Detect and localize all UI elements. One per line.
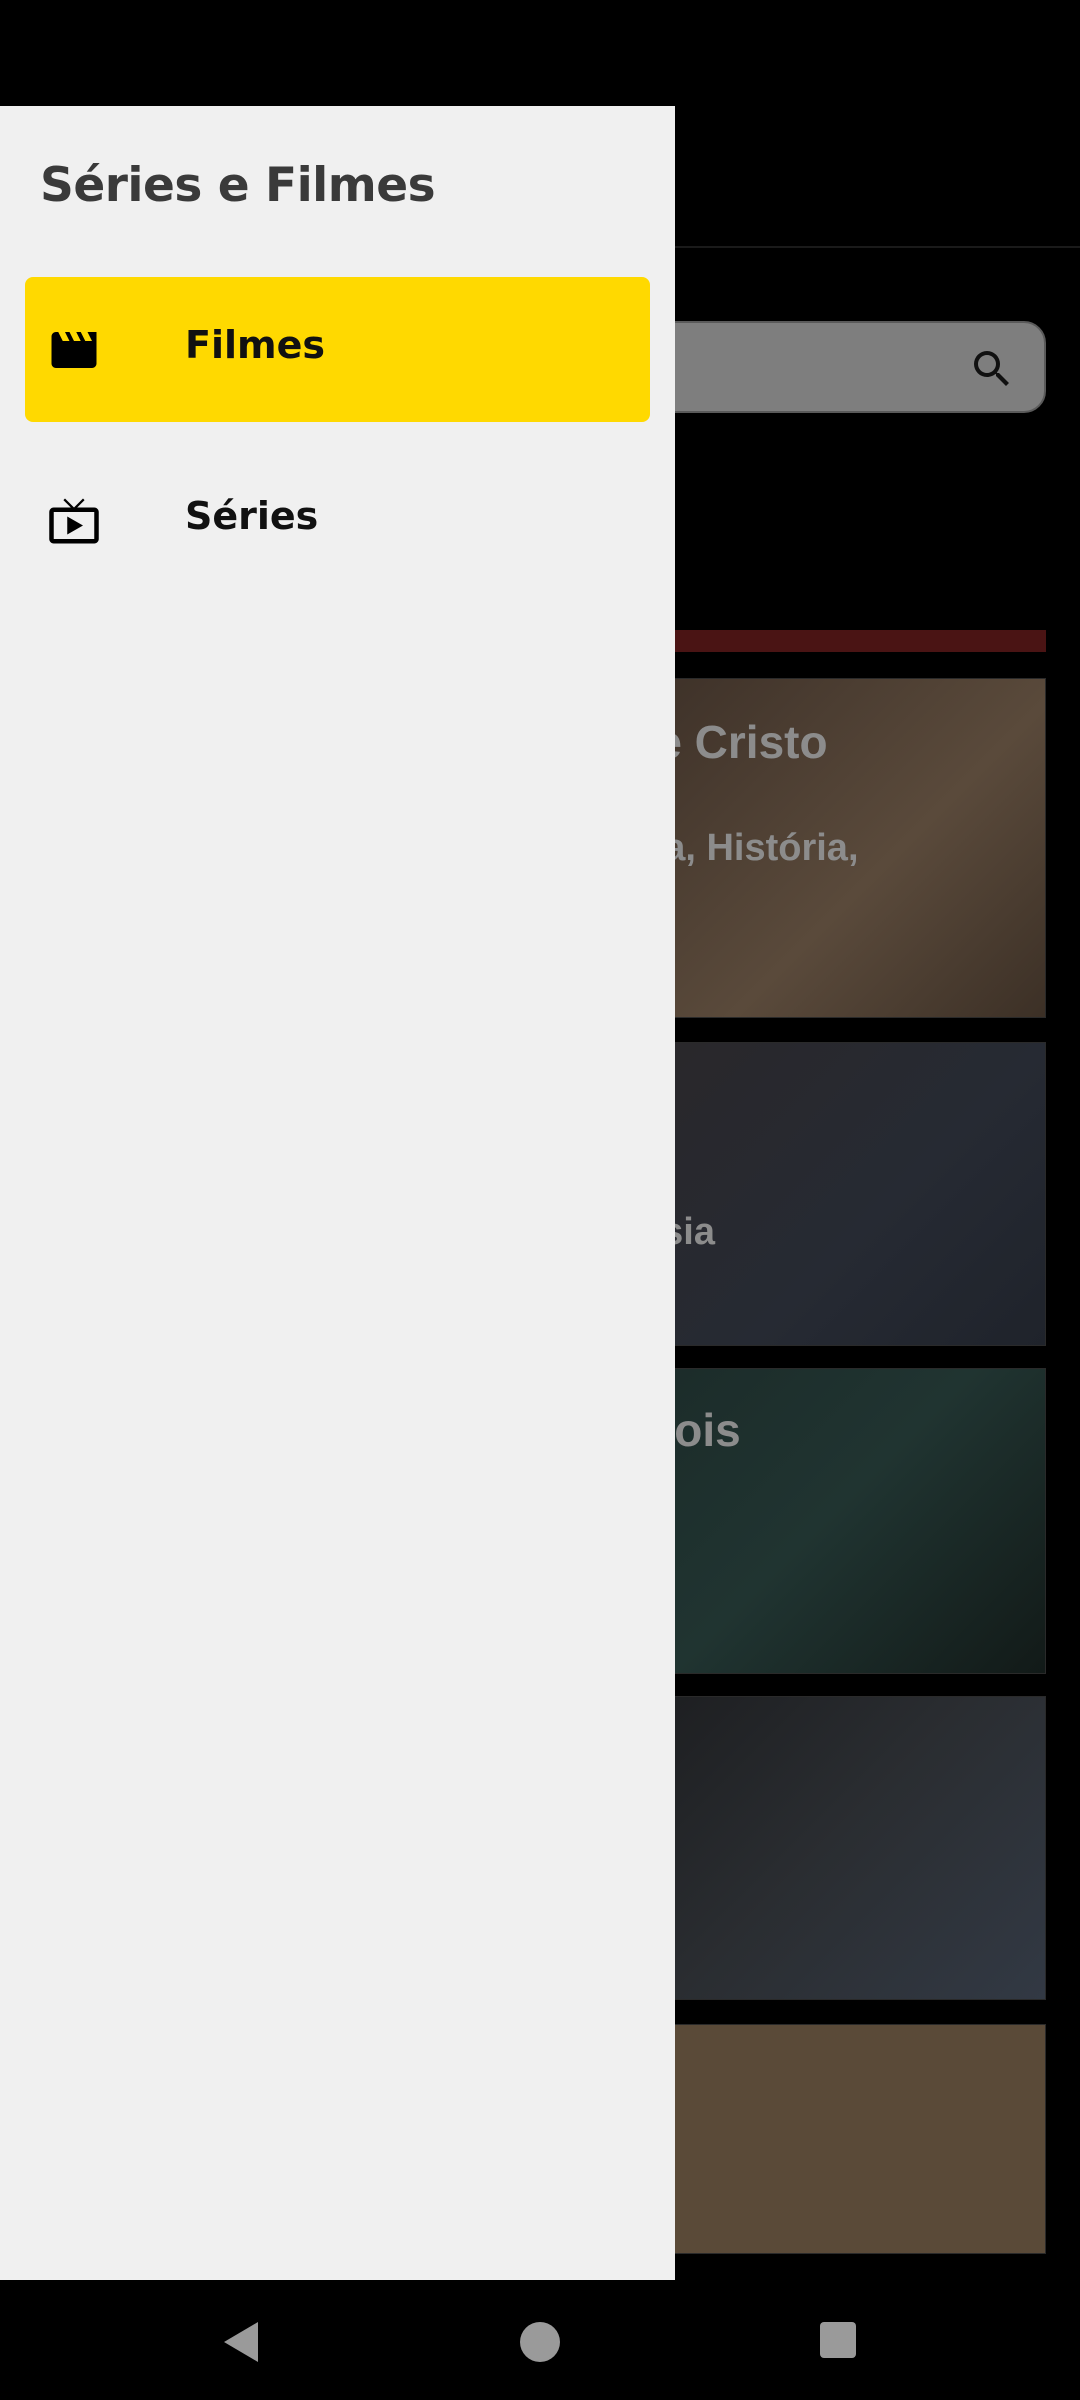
back-triangle-icon[interactable]: [220, 2320, 264, 2364]
drawer-item-filmes[interactable]: Filmes: [25, 277, 650, 422]
navigation-drawer[interactable]: Séries e Filmes Filmes Séries: [0, 106, 675, 2280]
recents-square-icon[interactable]: [818, 2320, 858, 2360]
search-icon[interactable]: [968, 345, 1016, 393]
system-navigation-bar: [0, 2280, 1080, 2400]
live-tv-icon: [49, 498, 99, 544]
status-bar: [0, 0, 1080, 106]
drawer-item-label: Filmes: [185, 323, 325, 367]
movie-clapperboard-icon: [51, 332, 97, 368]
drawer-item-series[interactable]: Séries: [25, 448, 650, 593]
home-circle-icon[interactable]: [518, 2320, 562, 2364]
drawer-title: Séries e Filmes: [40, 158, 436, 213]
drawer-item-label: Séries: [185, 494, 319, 538]
